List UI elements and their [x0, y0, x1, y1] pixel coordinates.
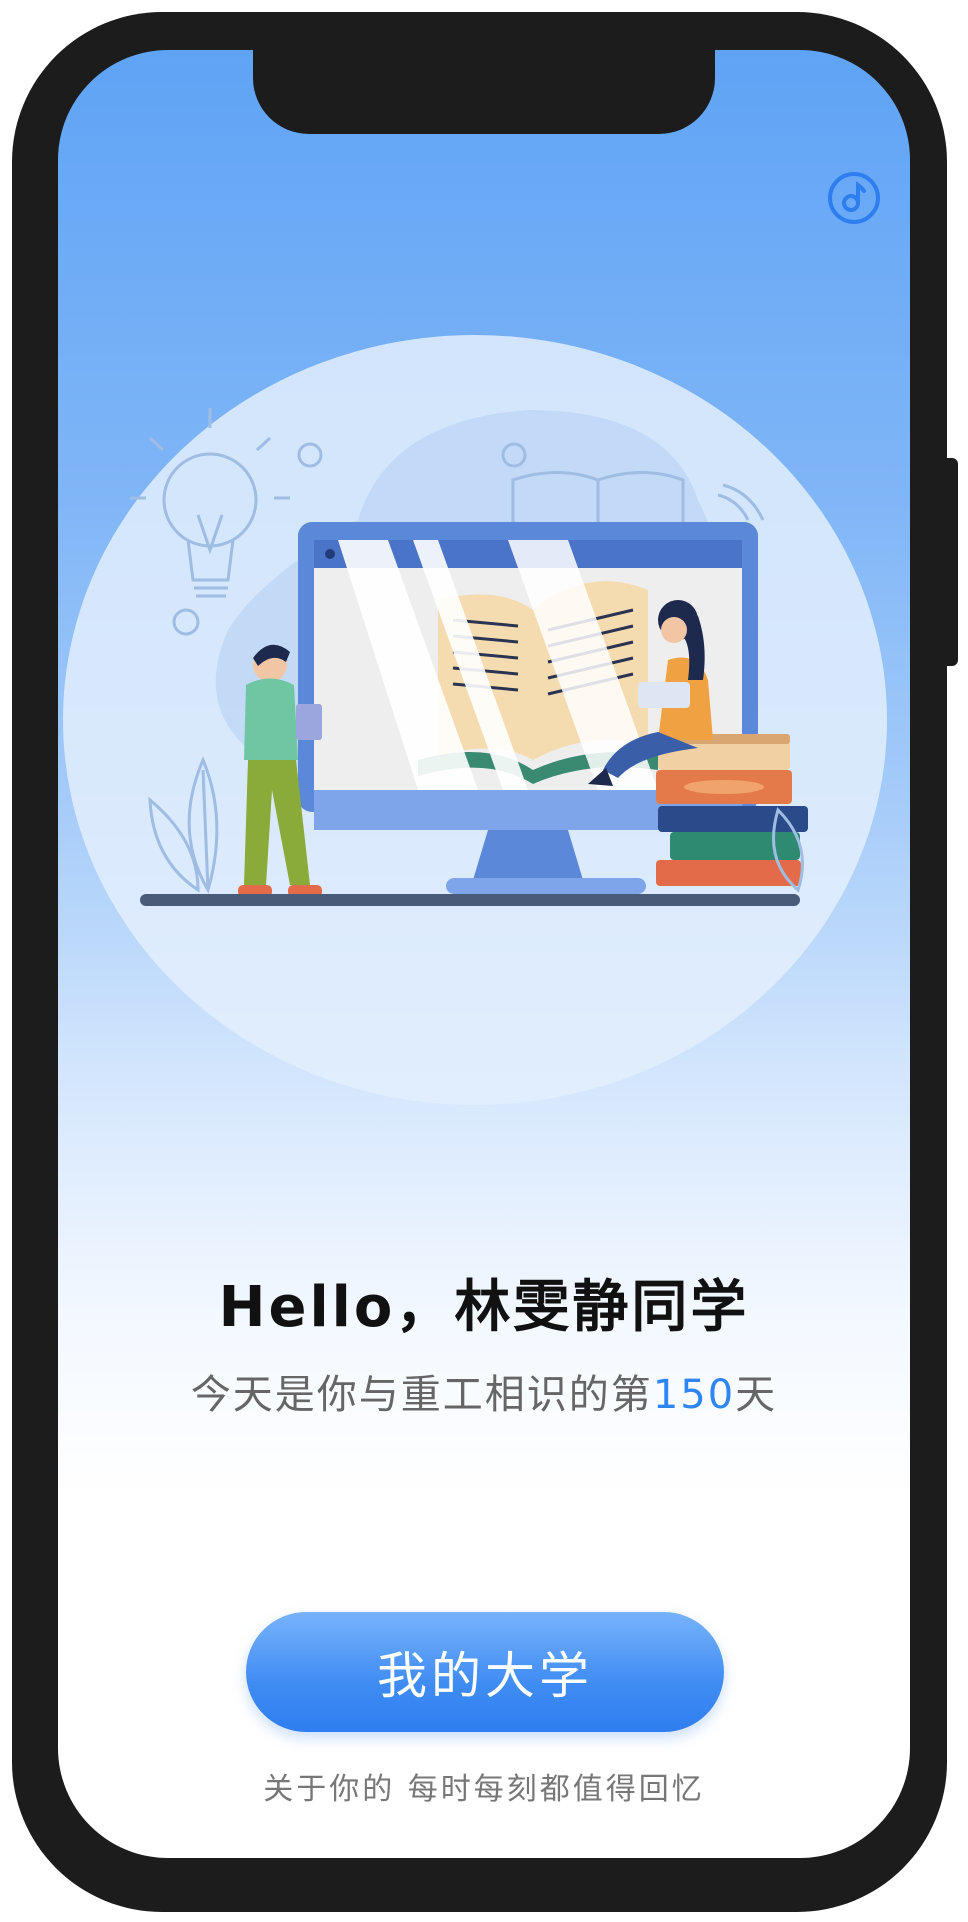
days-text-before: 今天是你与重工相识的第: [190, 1372, 653, 1418]
student-name: 林雯静同学: [454, 1275, 750, 1340]
day-count: 150: [652, 1372, 736, 1418]
phone-notch: [253, 50, 715, 134]
app-screen: Hello，林雯静同学 今天是你与重工相识的第150天 我的大学 关于你的 每时…: [58, 50, 910, 1858]
tagline: 关于你的 每时每刻都值得回忆: [263, 1772, 705, 1807]
greeting-prefix: Hello，: [218, 1275, 455, 1340]
days-text-after: 天: [735, 1372, 778, 1418]
music-disc-icon[interactable]: [826, 170, 882, 226]
days-acquainted-text: 今天是你与重工相识的第150天: [58, 1365, 910, 1425]
my-university-button[interactable]: 我的大学: [246, 1612, 724, 1732]
study-illustration: [58, 300, 910, 1150]
phone-side-button: [942, 458, 958, 666]
greeting-heading: Hello，林雯静同学: [58, 1268, 910, 1348]
